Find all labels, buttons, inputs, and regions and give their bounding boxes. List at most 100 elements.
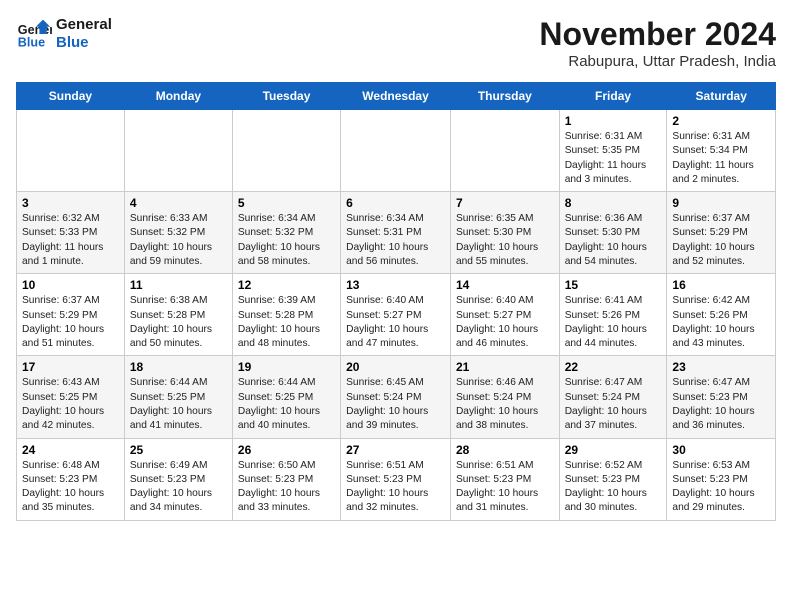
day-info: Sunrise: 6:53 AM Sunset: 5:23 PM Dayligh… xyxy=(672,459,770,516)
calendar-cell-w4-d2: 26 Sunrise: 6:50 AM Sunset: 5:23 PM Dayli… xyxy=(232,438,340,520)
day-number: 10 xyxy=(22,278,119,292)
day-number: 9 xyxy=(672,196,770,210)
calendar-cell-w4-d0: 24 Sunrise: 6:48 AM Sunset: 5:23 PM Dayli… xyxy=(17,438,125,520)
day-number: 18 xyxy=(130,360,227,374)
day-number: 6 xyxy=(346,196,445,210)
calendar-cell-w3-d3: 20 Sunrise: 6:45 AM Sunset: 5:24 PM Dayli… xyxy=(341,356,451,438)
day-info: Sunrise: 6:51 AM Sunset: 5:23 PM Dayligh… xyxy=(346,459,445,516)
weekday-header-saturday: Saturday xyxy=(667,83,776,110)
weekday-header-friday: Friday xyxy=(559,83,667,110)
day-number: 27 xyxy=(346,443,445,457)
day-number: 8 xyxy=(565,196,662,210)
calendar-cell-w2-d4: 14 Sunrise: 6:40 AM Sunset: 5:27 PM Dayli… xyxy=(450,274,559,356)
calendar-cell-w1-d4: 7 Sunrise: 6:35 AM Sunset: 5:30 PM Daylig… xyxy=(450,192,559,274)
weekday-header-wednesday: Wednesday xyxy=(341,83,451,110)
day-number: 3 xyxy=(22,196,119,210)
calendar-cell-w2-d5: 15 Sunrise: 6:41 AM Sunset: 5:26 PM Dayli… xyxy=(559,274,667,356)
calendar-cell-w4-d5: 29 Sunrise: 6:52 AM Sunset: 5:23 PM Dayli… xyxy=(559,438,667,520)
day-number: 4 xyxy=(130,196,227,210)
day-info: Sunrise: 6:45 AM Sunset: 5:24 PM Dayligh… xyxy=(346,376,445,433)
day-info: Sunrise: 6:41 AM Sunset: 5:26 PM Dayligh… xyxy=(565,294,662,351)
day-info: Sunrise: 6:31 AM Sunset: 5:34 PM Dayligh… xyxy=(672,130,770,187)
location-subtitle: Rabupura, Uttar Pradesh, India xyxy=(539,53,776,70)
day-info: Sunrise: 6:50 AM Sunset: 5:23 PM Dayligh… xyxy=(238,459,335,516)
day-number: 16 xyxy=(672,278,770,292)
day-number: 11 xyxy=(130,278,227,292)
logo-icon: General Blue xyxy=(16,16,52,52)
calendar-cell-w4-d3: 27 Sunrise: 6:51 AM Sunset: 5:23 PM Dayli… xyxy=(341,438,451,520)
day-info: Sunrise: 6:42 AM Sunset: 5:26 PM Dayligh… xyxy=(672,294,770,351)
day-number: 23 xyxy=(672,360,770,374)
calendar-table: SundayMondayTuesdayWednesdayThursdayFrid… xyxy=(16,82,776,521)
day-number: 26 xyxy=(238,443,335,457)
day-info: Sunrise: 6:49 AM Sunset: 5:23 PM Dayligh… xyxy=(130,459,227,516)
day-number: 24 xyxy=(22,443,119,457)
calendar-cell-w3-d4: 21 Sunrise: 6:46 AM Sunset: 5:24 PM Dayli… xyxy=(450,356,559,438)
day-number: 14 xyxy=(456,278,554,292)
day-number: 7 xyxy=(456,196,554,210)
day-number: 15 xyxy=(565,278,662,292)
calendar-cell-w3-d6: 23 Sunrise: 6:47 AM Sunset: 5:23 PM Dayli… xyxy=(667,356,776,438)
calendar-cell-w3-d1: 18 Sunrise: 6:44 AM Sunset: 5:25 PM Dayli… xyxy=(124,356,232,438)
svg-text:Blue: Blue xyxy=(18,36,45,50)
day-info: Sunrise: 6:34 AM Sunset: 5:31 PM Dayligh… xyxy=(346,212,445,269)
calendar-cell-w1-d5: 8 Sunrise: 6:36 AM Sunset: 5:30 PM Daylig… xyxy=(559,192,667,274)
day-number: 22 xyxy=(565,360,662,374)
day-info: Sunrise: 6:35 AM Sunset: 5:30 PM Dayligh… xyxy=(456,212,554,269)
calendar-cell-w0-d5: 1Sunrise: 6:31 AM Sunset: 5:35 PM Daylig… xyxy=(559,110,667,192)
day-info: Sunrise: 6:47 AM Sunset: 5:23 PM Dayligh… xyxy=(672,376,770,433)
day-number: 13 xyxy=(346,278,445,292)
day-number: 25 xyxy=(130,443,227,457)
day-info: Sunrise: 6:44 AM Sunset: 5:25 PM Dayligh… xyxy=(238,376,335,433)
calendar-cell-w1-d3: 6 Sunrise: 6:34 AM Sunset: 5:31 PM Daylig… xyxy=(341,192,451,274)
calendar-cell-w2-d1: 11 Sunrise: 6:38 AM Sunset: 5:28 PM Dayli… xyxy=(124,274,232,356)
day-info: Sunrise: 6:32 AM Sunset: 5:33 PM Dayligh… xyxy=(22,212,119,269)
day-number: 29 xyxy=(565,443,662,457)
day-number: 17 xyxy=(22,360,119,374)
day-info: Sunrise: 6:37 AM Sunset: 5:29 PM Dayligh… xyxy=(672,212,770,269)
day-number: 21 xyxy=(456,360,554,374)
day-info: Sunrise: 6:36 AM Sunset: 5:30 PM Dayligh… xyxy=(565,212,662,269)
logo-general: General xyxy=(56,16,112,34)
calendar-cell-w2-d2: 12Sunrise: 6:39 AM Sunset: 5:28 PM Dayli… xyxy=(232,274,340,356)
title-area: November 2024 Rabupura, Uttar Pradesh, I… xyxy=(539,16,776,70)
day-info: Sunrise: 6:46 AM Sunset: 5:24 PM Dayligh… xyxy=(456,376,554,433)
day-info: Sunrise: 6:37 AM Sunset: 5:29 PM Dayligh… xyxy=(22,294,119,351)
day-number: 5 xyxy=(238,196,335,210)
day-info: Sunrise: 6:33 AM Sunset: 5:32 PM Dayligh… xyxy=(130,212,227,269)
day-info: Sunrise: 6:43 AM Sunset: 5:25 PM Dayligh… xyxy=(22,376,119,433)
calendar-cell-w0-d4 xyxy=(450,110,559,192)
calendar-cell-w2-d0: 10 Sunrise: 6:37 AM Sunset: 5:29 PM Dayli… xyxy=(17,274,125,356)
day-info: Sunrise: 6:38 AM Sunset: 5:28 PM Dayligh… xyxy=(130,294,227,351)
day-number: 20 xyxy=(346,360,445,374)
header: General Blue General Blue November 2024 … xyxy=(16,16,776,70)
calendar-cell-w1-d2: 5 Sunrise: 6:34 AM Sunset: 5:32 PM Daylig… xyxy=(232,192,340,274)
calendar-cell-w3-d5: 22Sunrise: 6:47 AM Sunset: 5:24 PM Dayli… xyxy=(559,356,667,438)
day-info: Sunrise: 6:52 AM Sunset: 5:23 PM Dayligh… xyxy=(565,459,662,516)
calendar-cell-w4-d1: 25 Sunrise: 6:49 AM Sunset: 5:23 PM Dayli… xyxy=(124,438,232,520)
day-info: Sunrise: 6:34 AM Sunset: 5:32 PM Dayligh… xyxy=(238,212,335,269)
calendar-cell-w2-d6: 16 Sunrise: 6:42 AM Sunset: 5:26 PM Dayli… xyxy=(667,274,776,356)
day-info: Sunrise: 6:44 AM Sunset: 5:25 PM Dayligh… xyxy=(130,376,227,433)
day-info: Sunrise: 6:40 AM Sunset: 5:27 PM Dayligh… xyxy=(456,294,554,351)
calendar-cell-w0-d3 xyxy=(341,110,451,192)
calendar-cell-w0-d1 xyxy=(124,110,232,192)
day-info: Sunrise: 6:31 AM Sunset: 5:35 PM Dayligh… xyxy=(565,130,662,187)
weekday-header-sunday: Sunday xyxy=(17,83,125,110)
calendar-cell-w4-d6: 30Sunrise: 6:53 AM Sunset: 5:23 PM Dayli… xyxy=(667,438,776,520)
day-number: 28 xyxy=(456,443,554,457)
logo: General Blue General Blue xyxy=(16,16,112,52)
logo-blue: Blue xyxy=(56,34,112,52)
calendar-cell-w2-d3: 13 Sunrise: 6:40 AM Sunset: 5:27 PM Dayli… xyxy=(341,274,451,356)
calendar-cell-w1-d6: 9 Sunrise: 6:37 AM Sunset: 5:29 PM Daylig… xyxy=(667,192,776,274)
calendar-cell-w3-d2: 19 Sunrise: 6:44 AM Sunset: 5:25 PM Dayli… xyxy=(232,356,340,438)
day-number: 12 xyxy=(238,278,335,292)
day-info: Sunrise: 6:40 AM Sunset: 5:27 PM Dayligh… xyxy=(346,294,445,351)
calendar-cell-w1-d0: 3 Sunrise: 6:32 AM Sunset: 5:33 PM Daylig… xyxy=(17,192,125,274)
day-number: 19 xyxy=(238,360,335,374)
calendar-cell-w0-d2 xyxy=(232,110,340,192)
day-info: Sunrise: 6:51 AM Sunset: 5:23 PM Dayligh… xyxy=(456,459,554,516)
day-number: 2 xyxy=(672,114,770,128)
calendar-cell-w3-d0: 17 Sunrise: 6:43 AM Sunset: 5:25 PM Dayli… xyxy=(17,356,125,438)
day-info: Sunrise: 6:48 AM Sunset: 5:23 PM Dayligh… xyxy=(22,459,119,516)
